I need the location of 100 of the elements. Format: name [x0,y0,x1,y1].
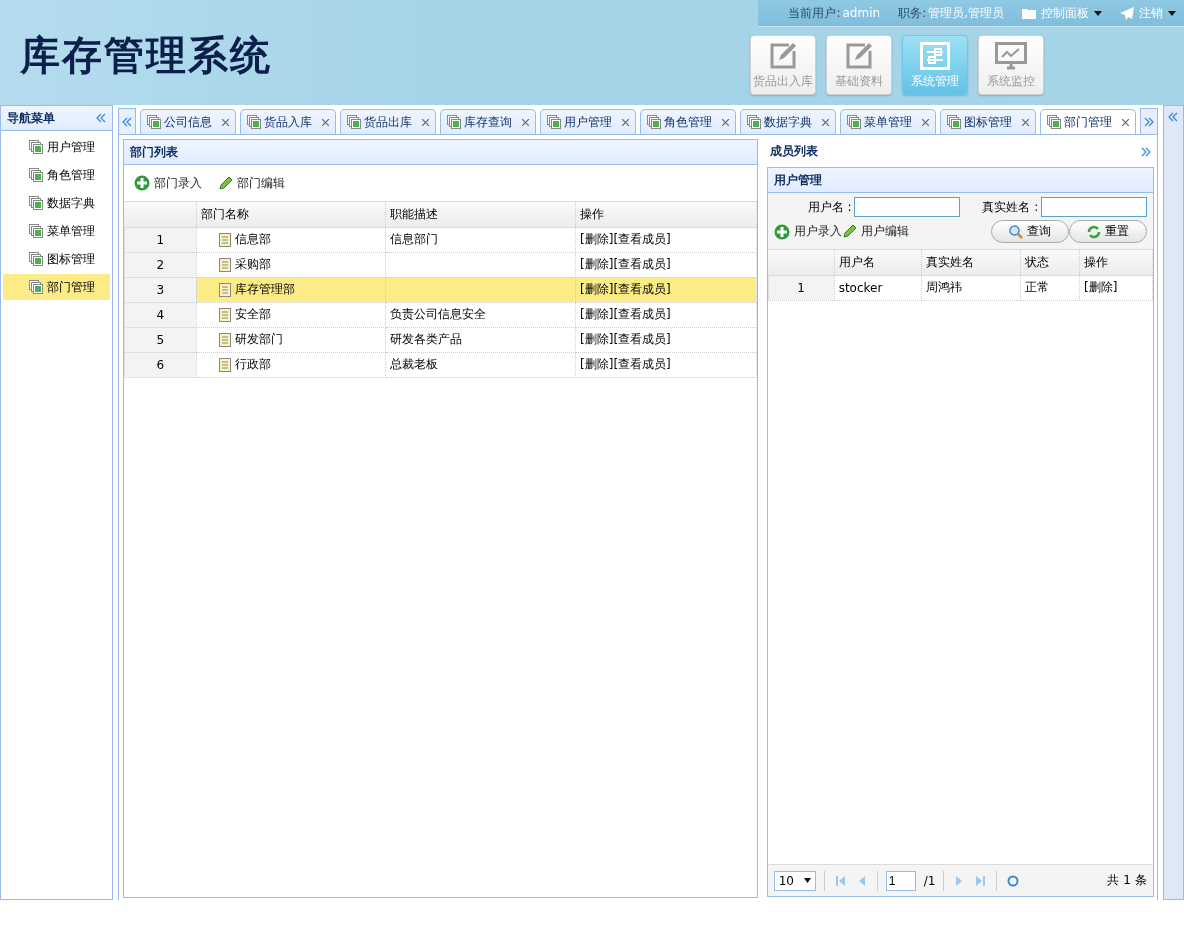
search-icon [1008,224,1023,239]
sidebar-item[interactable]: 图标管理 [3,246,110,272]
close-icon[interactable] [1121,118,1129,126]
expand-icon[interactable] [1168,112,1179,122]
tab[interactable]: 部门管理 [1039,109,1136,134]
scroll-right-button[interactable] [1139,108,1158,134]
column-header: 操作 [1079,250,1153,275]
double-chevron-right-icon [1143,116,1154,127]
toolbar-action[interactable]: 部门编辑 [217,174,285,192]
pages-icon [346,115,361,129]
tab[interactable]: 菜单管理 [839,109,936,134]
view-members-link[interactable]: [查看成员] [613,232,671,246]
pages-icon [29,168,43,182]
table-row[interactable]: 1 信息部 信息部门 [删除][查看成员] [124,227,757,252]
delete-link[interactable]: [删除] [580,357,614,371]
reset-button[interactable]: 重置 [1068,220,1147,243]
panel-title: 用户管理 [773,171,822,189]
pages-icon [29,140,43,154]
delete-link[interactable]: [删除] [580,332,614,346]
pages-icon [546,115,561,129]
view-members-link[interactable]: [查看成员] [613,282,671,296]
table-row[interactable]: 6 行政部 总裁老板 [删除][查看成员] [124,352,757,377]
plus-icon [773,223,790,240]
column-header: 操作 [575,202,757,227]
scroll-left-button[interactable] [117,108,136,134]
toolbar-action[interactable]: 部门录入 [133,174,202,192]
caret-icon [1168,10,1176,16]
close-icon[interactable] [221,118,229,126]
user-label: 当前用户: [788,4,841,22]
pages-icon [29,252,43,266]
department-name: 研发部门 [234,331,283,348]
pages-icon [646,115,661,129]
column-header: 真实姓名 [921,250,1021,275]
table-row[interactable]: 4 安全部 负责公司信息安全 [删除][查看成员] [124,302,757,327]
field-label: 用户名 : [806,198,853,216]
column-header: 状态 [1020,250,1080,275]
tab[interactable]: 库存查询 [439,109,536,134]
pages-icon [746,115,761,129]
input-field[interactable] [854,197,960,217]
delete-link[interactable]: [删除] [580,307,614,321]
sidebar-item[interactable]: 用户管理 [3,134,110,160]
document-icon [218,307,231,322]
document-icon [218,357,231,372]
table-row[interactable]: 3 库存管理部 [删除][查看成员] [124,277,757,302]
delete-link[interactable]: [删除] [580,282,614,296]
document-icon [218,232,231,247]
delete-link[interactable]: [删除] [580,232,614,246]
department-name: 采购部 [234,256,271,273]
row-number: 3 [124,277,197,302]
sliders-icon [920,42,950,70]
column-header: 部门名称 [196,202,386,227]
department-name: 行政部 [234,356,271,373]
view-members-link[interactable]: [查看成员] [613,357,671,371]
tab[interactable]: 货品入库 [239,109,336,134]
table-cell: stocker [834,275,922,300]
close-icon[interactable] [721,118,729,126]
caret-icon [1094,10,1102,16]
paper-plane-icon [1120,6,1134,20]
close-icon[interactable] [1021,118,1029,126]
expand-icon[interactable] [1140,146,1151,157]
tab[interactable]: 用户管理 [539,109,636,134]
page-size-select[interactable]: 10 [773,870,816,891]
role-value: 管理员,管理员 [928,4,1004,22]
close-icon[interactable] [521,118,529,126]
sidebar-item[interactable]: 数据字典 [3,190,110,216]
record-count: 共 1 条 [1107,872,1147,889]
department-name: 库存管理部 [234,281,295,298]
table-row[interactable]: 5 研发部门 研发各类产品 [删除][查看成员] [124,327,757,352]
tab[interactable]: 公司信息 [139,109,236,134]
delete-link[interactable]: [删除] [580,257,614,271]
delete-link[interactable]: [删除] [1084,280,1118,294]
toolbar-action[interactable]: 用户录入 [773,223,842,240]
page-input[interactable]: 1 [885,870,916,891]
pages-icon [146,115,161,129]
view-members-link[interactable]: [查看成员] [613,332,671,346]
row-number: 4 [124,302,197,327]
close-icon[interactable] [921,118,929,126]
close-icon[interactable] [821,118,829,126]
column-header: 用户名 [834,250,922,275]
tab[interactable]: 货品出库 [339,109,436,134]
table-row[interactable]: 2 采购部 [删除][查看成员] [124,252,757,277]
close-icon[interactable] [321,118,329,126]
close-icon[interactable] [621,118,629,126]
view-members-link[interactable]: [查看成员] [613,257,671,271]
sidebar-item[interactable]: 角色管理 [3,162,110,188]
document-icon [218,332,231,347]
close-icon[interactable] [421,118,429,126]
pages-icon [29,280,43,294]
sidebar-item[interactable]: 菜单管理 [3,218,110,244]
view-members-link[interactable]: [查看成员] [613,307,671,321]
tab[interactable]: 角色管理 [639,109,736,134]
collapse-icon[interactable] [95,113,106,123]
tab[interactable]: 数据字典 [739,109,836,134]
input-field[interactable] [1040,197,1147,217]
sidebar-item[interactable]: 部门管理 [3,274,110,300]
toolbar-action[interactable]: 用户编辑 [841,223,909,240]
search-button[interactable]: 查询 [990,220,1069,243]
tab[interactable]: 图标管理 [939,109,1036,134]
column-header: 职能描述 [385,202,576,227]
pages-icon [1046,115,1061,129]
